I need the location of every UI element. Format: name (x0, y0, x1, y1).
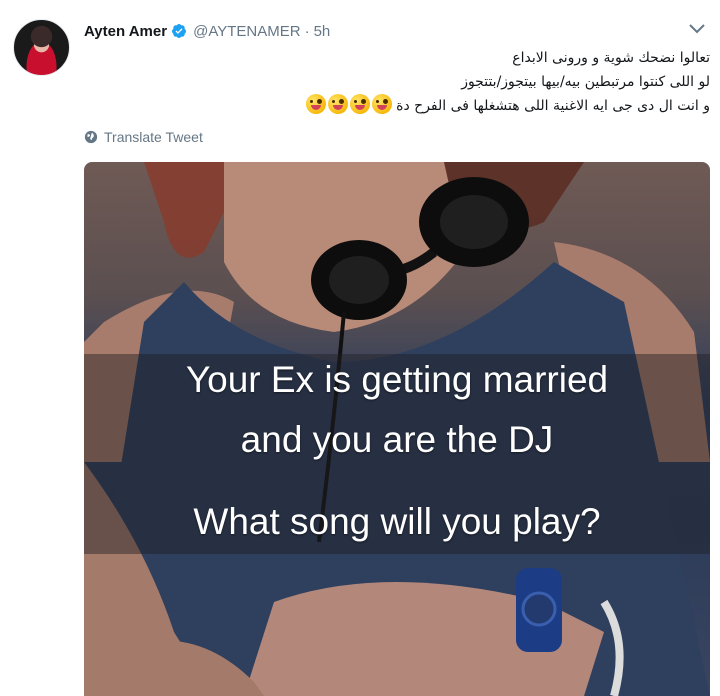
zany-face-icon (327, 94, 348, 114)
tweet-text-line: لو اللى كنتوا مرتبطين بيه/بيها بيتجوز/بت… (461, 74, 710, 90)
meme-caption-line: Your Ex is getting married (185, 359, 609, 400)
author-name[interactable]: Ayten Amer (84, 23, 167, 40)
verified-badge-icon (172, 24, 187, 38)
tweet-card: Ayten Amer @AYTENAMER · 5h تعالوا نضحك ش… (0, 0, 720, 696)
tweet-text-line-content: و انت ال دى جى ايه الاغنية اللى هتشغلها … (396, 98, 710, 114)
tweet-text: تعالوا نضحك شوية و ورونى الابداع لو اللى… (84, 46, 710, 118)
zany-face-icon (371, 94, 392, 114)
tweet-timestamp[interactable]: 5h (314, 23, 331, 40)
avatar[interactable] (13, 19, 70, 76)
tweet-text-line: تعالوا نضحك شوية و ورونى الابداع (512, 50, 710, 66)
zany-face-icon (305, 94, 326, 114)
tweet-header: Ayten Amer @AYTENAMER · 5h (84, 20, 330, 42)
author-handle[interactable]: @AYTENAMER (193, 23, 300, 40)
tweet-text-line: و انت ال دى جى ايه الاغنية اللى هتشغلها … (84, 94, 710, 118)
separator-dot: · (304, 22, 310, 40)
meme-caption-line: and you are the DJ (240, 419, 554, 460)
translate-label: Translate Tweet (104, 129, 203, 145)
globe-icon (84, 130, 98, 144)
zany-face-icon (349, 94, 370, 114)
tweet-media-image[interactable]: Your Ex is getting married and you are t… (84, 162, 710, 696)
chevron-down-icon[interactable] (688, 22, 706, 36)
meme-caption-line: What song will you play? (193, 501, 601, 542)
translate-tweet-link[interactable]: Translate Tweet (84, 129, 203, 145)
